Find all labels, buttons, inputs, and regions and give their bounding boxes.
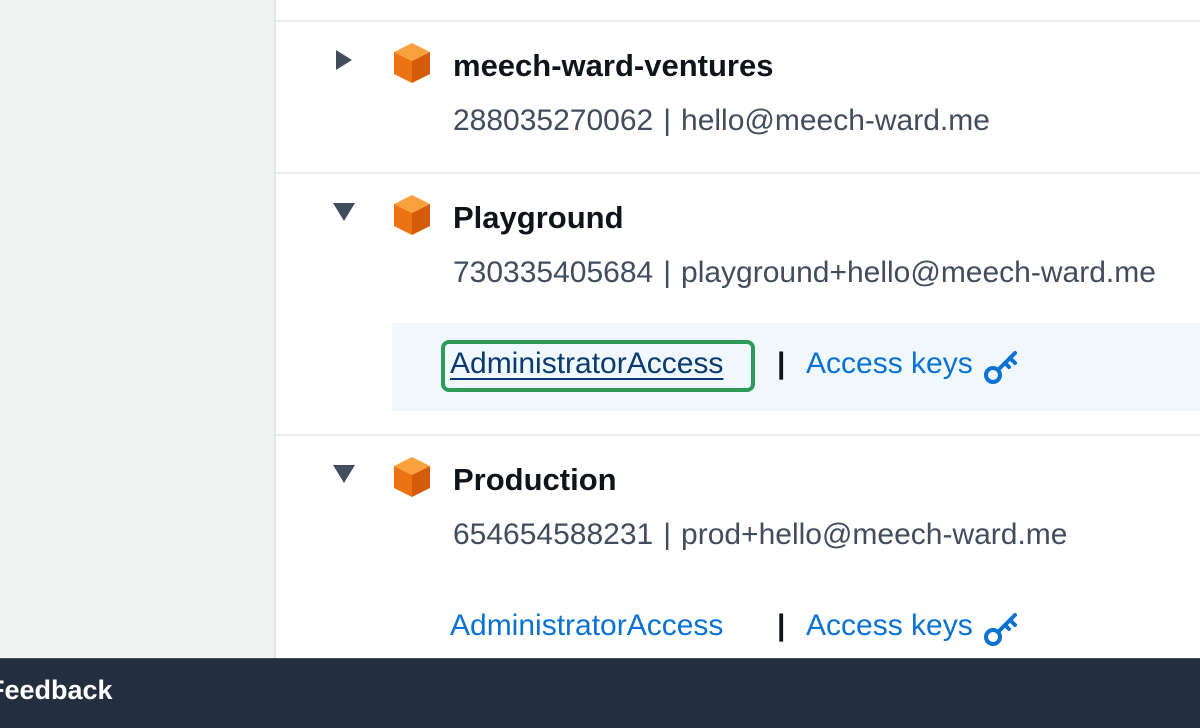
account-email: prod+hello@meech-ward.me: [681, 518, 1068, 551]
separator: |: [663, 256, 672, 289]
role-row: AdministratorAccess | Access keys: [392, 585, 1200, 658]
account-id: 730335405684: [453, 256, 654, 289]
account-details: 730335405684 | playground+hello@meech-ward…: [453, 256, 1156, 290]
account-email: hello@meech-ward.me: [681, 104, 990, 137]
cube-icon: [392, 194, 432, 236]
left-navigation-panel: [0, 0, 276, 658]
account-item-production: Production 654654588231 | prod+hello@meech…: [276, 436, 1200, 658]
administrator-access-link[interactable]: AdministratorAccess: [450, 347, 723, 381]
cube-icon: [392, 42, 432, 84]
account-details: 288035270062 | hello@meech-ward.me: [453, 104, 990, 138]
account-item-playground: Playground 730335405684 | playground+hello…: [276, 174, 1200, 434]
administrator-access-link[interactable]: AdministratorAccess: [450, 609, 723, 643]
account-name[interactable]: meech-ward-ventures: [453, 48, 773, 84]
account-list: meech-ward-ventures 288035270062 | hello@m…: [276, 0, 1200, 658]
caret-down-icon[interactable]: [332, 200, 356, 224]
caret-right-icon[interactable]: [332, 48, 356, 72]
caret-down-icon[interactable]: [332, 462, 356, 486]
separator: |: [663, 104, 672, 137]
account-details: 654654588231 | prod+hello@meech-ward.me: [453, 518, 1068, 552]
account-id: 654654588231: [453, 518, 654, 551]
access-keys-link[interactable]: Access keys: [806, 347, 973, 381]
page: meech-ward-ventures 288035270062 | hello@m…: [0, 0, 1200, 728]
cube-icon: [392, 456, 432, 498]
separator: |: [777, 347, 786, 380]
separator: |: [663, 518, 672, 551]
account-name[interactable]: Production: [453, 462, 617, 498]
key-icon[interactable]: [982, 609, 1022, 649]
footer-bar: Feedback: [0, 658, 1200, 728]
key-icon[interactable]: [982, 347, 1022, 387]
account-email: playground+hello@meech-ward.me: [681, 256, 1156, 289]
feedback-link[interactable]: Feedback: [0, 675, 113, 706]
separator: |: [777, 609, 786, 642]
access-keys-link[interactable]: Access keys: [806, 609, 973, 643]
account-id: 288035270062: [453, 104, 654, 137]
account-item-meech-ward-ventures: meech-ward-ventures 288035270062 | hello@m…: [276, 22, 1200, 172]
role-row: AdministratorAccess | Access keys: [392, 323, 1200, 411]
account-name[interactable]: Playground: [453, 200, 624, 236]
